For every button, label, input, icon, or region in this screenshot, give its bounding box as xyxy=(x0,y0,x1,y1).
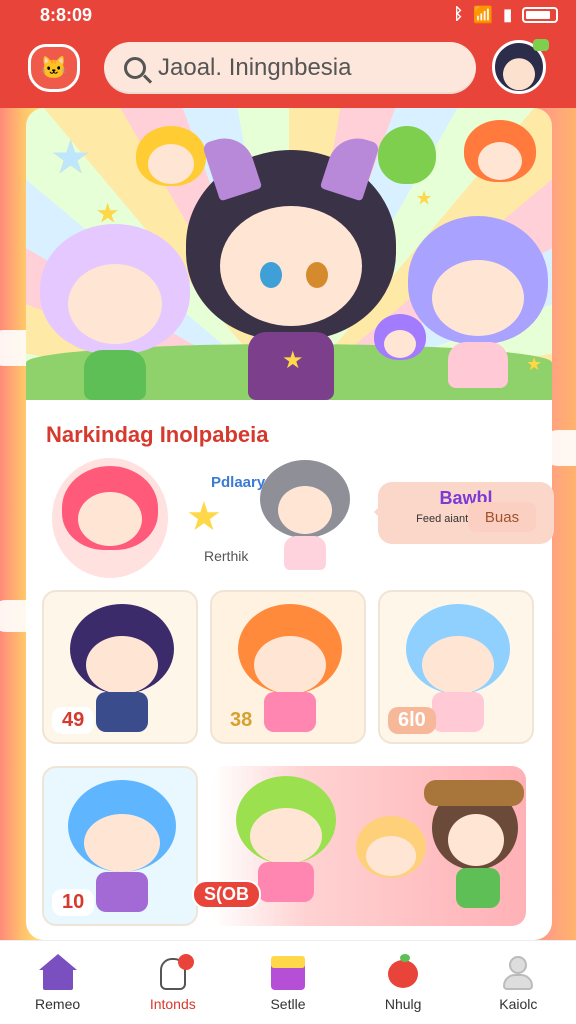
main-content: ★ ★ ★ ★ ★ Narkindag Inolpabeia ★ Pdlaary… xyxy=(26,108,554,940)
content-section: Narkindag Inolpabeia ★ Pdlaary Rerthik B… xyxy=(26,400,554,940)
status-bar: 8:8:09 ᛒ 📶 ▮ xyxy=(0,0,576,30)
character-illustration xyxy=(136,126,206,196)
bottom-navigation: Remeo Intonds Setlle Nhulg Kaiolc xyxy=(0,940,576,1024)
apple-icon xyxy=(384,953,422,990)
tile-number: 38 xyxy=(230,709,253,731)
feature-row[interactable]: ★ Pdlaary Rerthik Bawbl Feed aiantianu u… xyxy=(46,452,554,582)
character-tile[interactable]: 38 › xyxy=(210,590,366,744)
tile-number: 49 xyxy=(52,707,95,734)
sun-icon: ★ xyxy=(186,495,222,539)
favorites-icon xyxy=(154,953,194,990)
nav-label: Kaiolc xyxy=(499,995,538,1012)
hero-banner[interactable]: ★ ★ ★ ★ ★ xyxy=(26,108,552,400)
nav-item-profile[interactable]: Kaiolc xyxy=(470,954,566,1012)
feature-label: Pdlaary xyxy=(211,474,266,491)
feature-character-image xyxy=(52,458,168,578)
tile-number: 6l0 xyxy=(388,707,436,734)
star-icon: ★ xyxy=(50,131,92,183)
character-tile[interactable]: 6l0 xyxy=(378,590,534,744)
box-icon xyxy=(269,954,307,990)
character-illustration xyxy=(40,224,190,400)
nav-label: Nhulg xyxy=(384,995,422,1012)
status-icons: ᛒ 📶 ▮ xyxy=(454,5,558,25)
nav-label: Setlle xyxy=(270,995,306,1012)
character-illustration: ★ xyxy=(186,130,396,400)
nav-label: Intonds xyxy=(149,995,196,1012)
bluetooth-icon: ᛒ xyxy=(453,6,464,23)
feature-character-image xyxy=(260,460,350,570)
character-tile[interactable]: 49 › xyxy=(42,590,198,744)
search-icon xyxy=(124,57,146,79)
nav-item-favorites[interactable]: Intonds xyxy=(125,953,221,1012)
action-button[interactable]: Buas xyxy=(468,502,536,532)
signal-icon: ▮ xyxy=(503,7,512,24)
feature-label: Rerthik xyxy=(204,548,249,564)
character-illustration xyxy=(374,314,426,380)
section-title: Narkindag Inolpabeia xyxy=(46,422,269,447)
search-input[interactable]: Jaoal. Iningnbesia xyxy=(158,54,351,82)
tile-number: 10 xyxy=(52,889,95,916)
wifi-icon: 📶 xyxy=(473,7,494,24)
character-tile[interactable]: 10 xyxy=(42,766,198,926)
home-icon xyxy=(38,953,77,990)
nav-item-box[interactable]: Setlle xyxy=(240,954,336,1012)
bow-decoration xyxy=(533,39,549,51)
nav-item-home[interactable]: Remeo xyxy=(10,953,106,1012)
user-avatar-icon[interactable] xyxy=(492,39,549,94)
cat-logo-icon[interactable]: 🐱 xyxy=(28,44,80,92)
search-bar[interactable]: Jaoal. Iningnbesia xyxy=(104,42,476,94)
status-time: 8:8:09 xyxy=(40,4,93,25)
price-tag: S(OB xyxy=(192,880,261,909)
character-illustration xyxy=(464,120,536,196)
character-illustration xyxy=(378,126,436,196)
nav-item-apple[interactable]: Nhulg xyxy=(355,953,451,1012)
battery-icon xyxy=(522,7,558,23)
profile-icon xyxy=(499,954,537,990)
character-illustration xyxy=(408,216,548,392)
app-header: 🐱 Jaoal. Iningnbesia xyxy=(0,30,576,108)
nav-label: Remeo xyxy=(35,995,81,1012)
